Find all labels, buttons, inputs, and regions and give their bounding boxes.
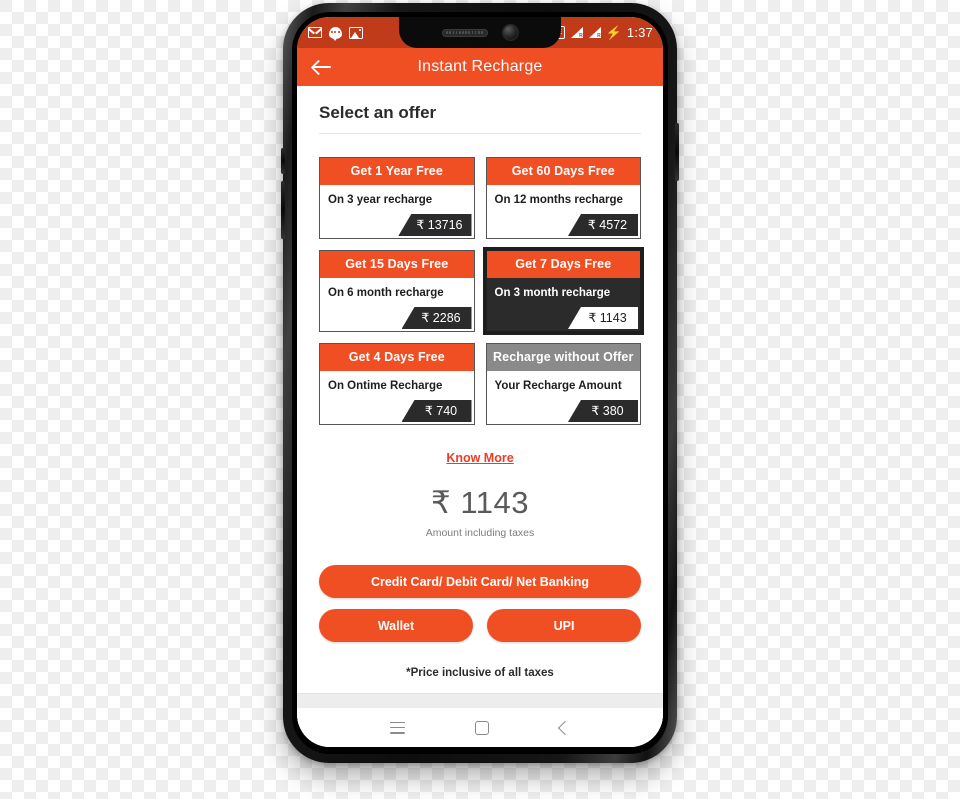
- payment-options: Credit Card/ Debit Card/ Net Banking Wal…: [297, 539, 663, 642]
- recents-icon[interactable]: [390, 721, 406, 734]
- offer-headline: Get 15 Days Free: [320, 251, 474, 278]
- phone-screen: R VoLTE R R ⚡ 1:37 Instant Recharge: [297, 17, 663, 747]
- offer-body: On Ontime Recharge ₹ 740: [320, 371, 474, 424]
- app-content: Select an offer Get 1 Year Free On 3 year…: [297, 86, 663, 747]
- page-title: Instant Recharge: [417, 58, 543, 75]
- offer-headline: Get 1 Year Free: [320, 158, 474, 185]
- scrollable-content[interactable]: Select an offer Get 1 Year Free On 3 year…: [297, 86, 663, 708]
- offer-headline: Get 60 Days Free: [486, 158, 640, 185]
- offer-card[interactable]: Recharge without Offer Your Recharge Amou…: [485, 343, 641, 425]
- offer-description: On 6 month recharge: [328, 287, 444, 299]
- offer-description: On 3 year recharge: [328, 194, 433, 206]
- offer-price: ₹ 380: [568, 400, 638, 422]
- mail-icon: [308, 27, 322, 38]
- earpiece-speaker-icon: [441, 28, 488, 37]
- section-title: Select an offer: [319, 103, 437, 122]
- app-bar: Instant Recharge: [297, 48, 663, 86]
- charging-bolt-icon: ⚡: [605, 25, 622, 40]
- total-amount-value: ₹ 1143: [431, 485, 529, 520]
- offer-price: ₹ 1143: [568, 307, 638, 329]
- offer-body: On 12 months recharge ₹ 4572: [486, 185, 641, 238]
- chat-icon: [329, 26, 342, 41]
- front-camera-icon: [501, 24, 519, 41]
- volume-down-button[interactable]: [281, 181, 285, 239]
- display-notch: [399, 17, 561, 48]
- offer-body: On 3 year recharge ₹ 13716: [320, 185, 474, 238]
- know-more-row: Know More: [297, 425, 663, 467]
- offer-headline: Get 4 Days Free: [320, 344, 474, 371]
- offer-description: Your Recharge Amount: [494, 380, 622, 392]
- signal-roaming-label-2: R: [597, 33, 601, 39]
- know-more-link[interactable]: Know More: [446, 451, 513, 465]
- offer-card[interactable]: Get 1 Year Free On 3 year recharge ₹ 13716: [319, 157, 475, 239]
- signal-roaming-label-1: R: [579, 33, 583, 39]
- offer-price-row: ₹ 1143: [487, 307, 641, 331]
- amount-summary: ₹ 1143 Amount including taxes: [297, 467, 663, 539]
- price-inclusive-note: *Price inclusive of all taxes: [406, 667, 554, 679]
- offer-body: On 6 month recharge ₹ 2286: [320, 278, 474, 331]
- offer-card[interactable]: Get 60 Days Free On 12 months recharge ₹ 4…: [485, 157, 641, 239]
- offer-headline: Get 7 Days Free: [486, 251, 640, 278]
- status-bar-clock: 1:37: [626, 25, 653, 40]
- offer-card[interactable]: Get 4 Days Free On Ontime Recharge ₹ 740: [319, 343, 475, 425]
- offer-description: On 3 month recharge: [494, 287, 611, 299]
- offer-grid: Get 1 Year Free On 3 year recharge ₹ 13716…: [297, 134, 663, 425]
- offer-price-row: ₹ 2286: [320, 307, 474, 331]
- home-icon[interactable]: [475, 720, 490, 735]
- offer-price-row: ₹ 13716: [320, 214, 474, 238]
- offer-price: ₹ 740: [401, 400, 472, 422]
- status-bar-notification-icons: [308, 26, 363, 41]
- signal-icon-2: R: [588, 27, 601, 39]
- offer-body: Your Recharge Amount ₹ 380: [486, 371, 641, 424]
- offer-headline: Recharge without Offer: [486, 344, 640, 371]
- phone-bezel: R VoLTE R R ⚡ 1:37 Instant Recharge: [292, 12, 668, 754]
- offer-description: On 12 months recharge: [494, 194, 623, 206]
- pay-wallet-button[interactable]: Wallet: [319, 609, 473, 642]
- offer-description: On Ontime Recharge: [328, 380, 443, 392]
- payment-secondary-row: Wallet UPI: [319, 598, 641, 642]
- photo-icon: [349, 26, 363, 39]
- offer-price-row: ₹ 4572: [487, 214, 641, 238]
- offer-price: ₹ 13716: [398, 214, 472, 236]
- pay-card-netbanking-button[interactable]: Credit Card/ Debit Card/ Net Banking: [319, 565, 641, 598]
- offer-price-row: ₹ 380: [487, 400, 641, 424]
- back-icon[interactable]: [557, 720, 572, 735]
- offer-price-row: ₹ 740: [320, 400, 474, 424]
- offer-card[interactable]: Get 15 Days Free On 6 month recharge ₹ 228…: [319, 250, 475, 332]
- back-arrow-icon[interactable]: [311, 56, 333, 78]
- signal-icon-1: R: [570, 27, 583, 39]
- system-navigation-bar: [297, 708, 663, 747]
- power-button[interactable]: [675, 123, 679, 181]
- offer-body: On 3 month recharge ₹ 1143: [486, 278, 641, 331]
- pay-upi-button[interactable]: UPI: [487, 609, 641, 642]
- offer-card[interactable]: Get 7 Days Free On 3 month recharge ₹ 1143: [482, 247, 644, 335]
- total-amount-caption: Amount including taxes: [425, 527, 535, 539]
- offer-price: ₹ 2286: [401, 307, 472, 329]
- volume-up-button[interactable]: [281, 148, 285, 174]
- bottom-gray-band: [297, 693, 663, 708]
- offer-price: ₹ 4572: [568, 214, 638, 236]
- phone-frame: R VoLTE R R ⚡ 1:37 Instant Recharge: [281, 3, 679, 763]
